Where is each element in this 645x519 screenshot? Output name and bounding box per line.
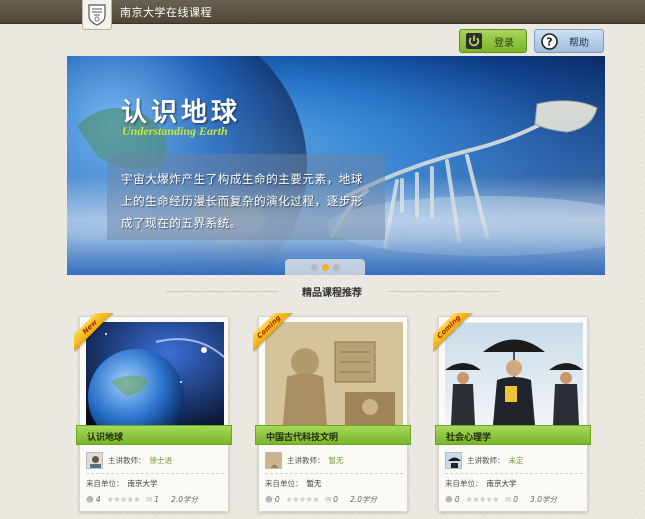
- site-title[interactable]: 南京大学在线课程: [120, 4, 212, 20]
- teacher-row: 主讲教师： 徐士进: [86, 450, 224, 470]
- slide-dot-2[interactable]: [321, 263, 329, 271]
- power-icon: [463, 30, 485, 52]
- slide-dot-1[interactable]: [310, 263, 318, 271]
- top-bar: 南京大学在线课程: [0, 0, 645, 30]
- teacher-label: 主讲教师：: [108, 455, 146, 465]
- help-label: 帮助: [569, 37, 589, 49]
- banner-subtitle: Understanding Earth: [122, 124, 228, 138]
- comment-icon: ✉: [145, 494, 153, 504]
- teacher-row: 主讲教师： 暂无: [265, 450, 403, 470]
- rating-stars: ★★★★★: [285, 494, 320, 504]
- course-card-earth[interactable]: New 认识地球 主讲教师： 徐士进 来自单位： 南京大学 ☻ 4 ★★★★★ ✉…: [74, 313, 232, 512]
- slide-dot-3[interactable]: [332, 263, 340, 271]
- stats-row: ☻ 0 ★★★★★ ✉ 0 2.0学分: [265, 492, 403, 506]
- credits: 2.0学分: [350, 494, 377, 504]
- comment-icon: ✉: [324, 494, 332, 504]
- course-name[interactable]: 中国古代科技文明: [255, 425, 411, 445]
- question-icon: ?: [538, 30, 560, 52]
- learners-icon: ☻: [86, 494, 94, 504]
- teacher-name[interactable]: 暂无: [329, 455, 344, 466]
- unit-row: 来自单位： 南京大学: [445, 473, 583, 489]
- unit-label: 来自单位：: [445, 479, 483, 488]
- course-card-ancient-tech[interactable]: Coming 中国古代科技文明 主讲教师： 暂无 来自单位： 暂无 ☻ 0 ★★★…: [253, 313, 411, 512]
- unit-label: 来自单位：: [86, 479, 124, 488]
- course-badge: Coming: [433, 313, 473, 353]
- rating-stars: ★★★★★: [106, 494, 141, 504]
- comment-count: 0: [513, 494, 519, 504]
- section-divider-right: [388, 291, 500, 292]
- hero-banner[interactable]: 认识地球 Understanding Earth 宇宙大爆炸产生了构成生命的主要…: [67, 56, 605, 275]
- unit-name: 南京大学: [127, 479, 158, 488]
- section-title: 精品课程推荐: [302, 288, 362, 299]
- help-button[interactable]: ? 帮助: [534, 29, 604, 53]
- teacher-label: 主讲教师：: [467, 455, 505, 465]
- unit-row: 来自单位： 南京大学: [86, 473, 224, 489]
- learners-count: 0: [454, 494, 460, 504]
- rating-stars: ★★★★★: [465, 494, 500, 504]
- unit-row: 来自单位： 暂无: [265, 473, 403, 489]
- login-button[interactable]: 登录: [459, 29, 527, 53]
- credits: 3.0学分: [530, 494, 557, 504]
- unit-name: 暂无: [306, 479, 322, 488]
- unit-label: 来自单位：: [265, 479, 303, 488]
- learners-count: 4: [95, 494, 101, 504]
- course-badge: New: [74, 313, 114, 353]
- course-badge: Coming: [253, 313, 293, 353]
- teacher-name[interactable]: 徐士进: [150, 455, 173, 466]
- stats-row: ☻ 4 ★★★★★ ✉ 1 2.0学分: [86, 492, 224, 506]
- teacher-label: 主讲教师：: [287, 455, 325, 465]
- banner-textbox: 宇宙大爆炸产生了构成生命的主要元素，地球上的生命经历漫长而复杂的演化过程，逐步形…: [107, 154, 385, 240]
- teacher-row: 主讲教师： 未定: [445, 450, 583, 470]
- slide-indicator: [285, 259, 365, 275]
- comment-icon: ✉: [504, 494, 512, 504]
- comment-count: 0: [333, 494, 339, 504]
- learners-icon: ☻: [445, 494, 453, 504]
- learners-count: 0: [274, 494, 280, 504]
- course-name[interactable]: 认识地球: [76, 425, 232, 445]
- comment-count: 1: [154, 494, 160, 504]
- avatar: [265, 451, 282, 469]
- avatar: [86, 451, 103, 469]
- course-name[interactable]: 社会心理学: [435, 425, 591, 445]
- learners-icon: ☻: [265, 494, 273, 504]
- university-crest-icon[interactable]: [82, 0, 112, 30]
- course-card-social-psych[interactable]: Coming 社会心理学 主讲教师： 未定 来自单位： 南京大学 ☻ 0 ★★★★…: [433, 313, 591, 512]
- avatar: [445, 451, 462, 469]
- credits: 2.0学分: [171, 494, 198, 504]
- banner-text: 宇宙大爆炸产生了构成生命的主要元素，地球上的生命经历漫长而复杂的演化过程，逐步形…: [121, 172, 363, 230]
- section-divider-left: [165, 291, 277, 292]
- svg-text:?: ?: [546, 35, 552, 48]
- stats-row: ☻ 0 ★★★★★ ✉ 0 3.0学分: [445, 492, 583, 506]
- unit-name: 南京大学: [486, 479, 517, 488]
- login-label: 登录: [494, 37, 514, 49]
- teacher-name[interactable]: 未定: [509, 455, 524, 466]
